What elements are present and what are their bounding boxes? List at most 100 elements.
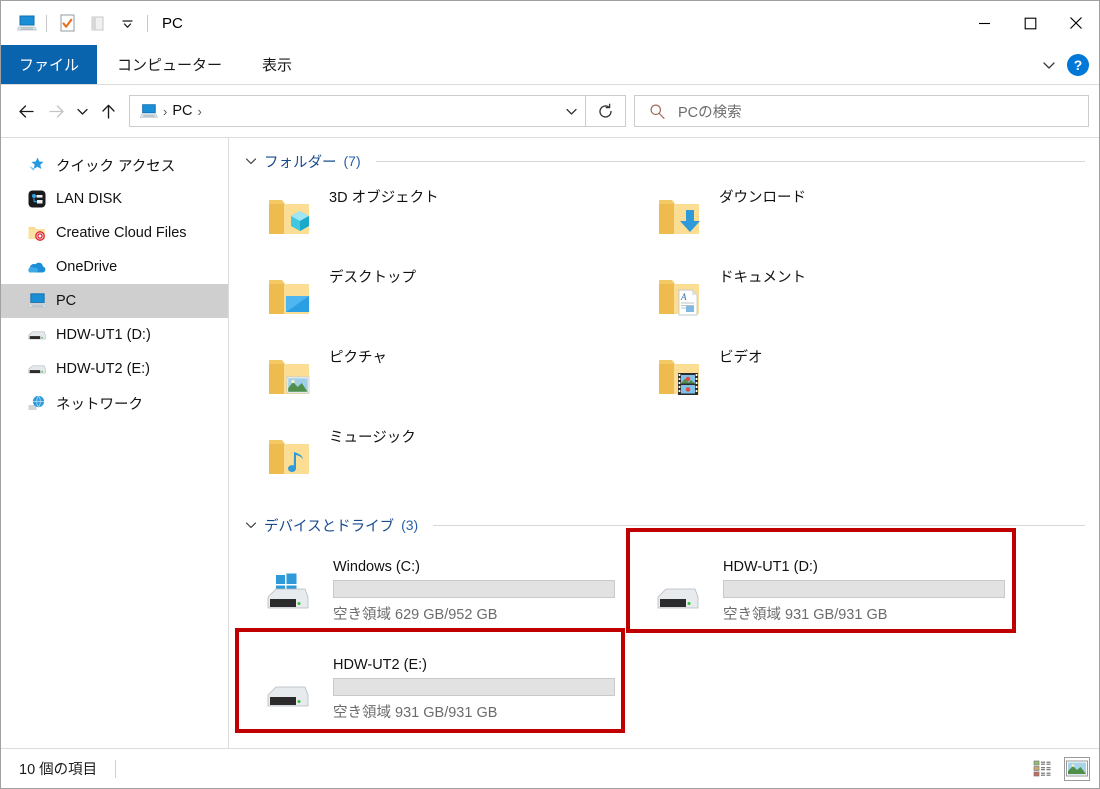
drive-usage-bar <box>723 579 1005 598</box>
breadcrumb-item-pc[interactable]: PC <box>172 103 192 119</box>
drive-info: HDW-UT2 (E:) 空き領域 931 GB/931 GB <box>333 657 615 722</box>
new-folder-icon[interactable] <box>82 8 112 38</box>
sidebar-item-lan-disk[interactable]: LAN DISK <box>1 182 228 216</box>
folder-item-label: ミュージック <box>329 430 416 446</box>
chevron-down-icon[interactable] <box>245 519 257 531</box>
drive-usage-bar <box>333 579 615 598</box>
status-bar: 10 個の項目 <box>1 748 1099 788</box>
creative-cloud-folder-icon <box>27 223 47 243</box>
help-button[interactable]: ? <box>1067 53 1089 76</box>
maximize-button[interactable] <box>1007 1 1053 45</box>
address-dropdown-chevron-icon[interactable] <box>557 96 585 126</box>
folder-videos-icon <box>653 350 705 402</box>
toolbar-divider-2 <box>147 14 148 32</box>
folder-item-pictures[interactable]: ピクチャ <box>245 336 635 416</box>
window-body: クイック アクセス LAN DISK Creative Cloud Files … <box>1 137 1099 748</box>
network-icon <box>27 393 47 413</box>
item-count: 10 個の項目 <box>19 762 98 778</box>
folder-item-documents[interactable]: A ドキュメント <box>635 256 1025 336</box>
breadcrumb-separator-1[interactable]: › <box>196 104 204 119</box>
customize-chevron-icon[interactable] <box>112 8 142 38</box>
sidebar-item-quick-access[interactable]: クイック アクセス <box>1 148 228 182</box>
sidebar-item-label: LAN DISK <box>56 191 123 207</box>
folder-item-3d-objects[interactable]: 3D オブジェクト <box>245 176 635 256</box>
folder-item-music[interactable]: ミュージック <box>245 416 635 496</box>
sidebar-item-label: HDW-UT2 (E:) <box>56 361 150 377</box>
folder-item-label: ドキュメント <box>719 270 806 286</box>
drive-item-windows-c[interactable]: Windows (C:) 空き領域 629 GB/952 GB <box>245 542 635 640</box>
quick-access-toolbar <box>11 8 153 38</box>
breadcrumb-separator-0[interactable]: › <box>161 104 169 119</box>
tab-file[interactable]: ファイル <box>1 45 98 84</box>
status-divider <box>115 759 117 778</box>
pc-icon[interactable] <box>11 8 41 38</box>
tab-computer[interactable]: コンピューター <box>97 45 242 84</box>
drives-grid: Windows (C:) 空き領域 629 GB/952 GB HDW-UT1 … <box>245 542 1099 738</box>
folder-pictures-icon <box>263 350 315 402</box>
chevron-down-icon[interactable] <box>1037 53 1061 77</box>
ribbon-spacer <box>312 45 1037 84</box>
folder-item-label: ダウンロード <box>719 190 806 206</box>
folder-music-icon <box>263 430 315 482</box>
address-input[interactable]: › PC › <box>129 95 586 127</box>
folder-item-label: デスクトップ <box>329 270 416 286</box>
minimize-button[interactable] <box>961 1 1007 45</box>
close-button[interactable] <box>1053 1 1099 45</box>
properties-icon[interactable] <box>52 8 82 38</box>
folders-group-header[interactable]: フォルダー (7) <box>245 146 1099 176</box>
sidebar-item-label: HDW-UT1 (D:) <box>56 327 151 343</box>
sidebar-item-label: Creative Cloud Files <box>56 225 187 241</box>
drives-group-header[interactable]: デバイスとドライブ (3) <box>245 510 1099 540</box>
refresh-icon[interactable] <box>586 95 626 127</box>
drive-info: Windows (C:) 空き領域 629 GB/952 GB <box>333 559 615 624</box>
details-view-icon[interactable] <box>1032 758 1056 780</box>
tab-view[interactable]: 表示 <box>242 45 312 84</box>
drive-item-hdw-ut1-d[interactable]: HDW-UT1 (D:) 空き領域 931 GB/931 GB <box>635 542 1025 640</box>
windows-drive-icon <box>263 565 321 617</box>
drive-name: Windows (C:) <box>333 558 421 575</box>
folder-item-desktop[interactable]: デスクトップ <box>245 256 635 336</box>
group-divider <box>433 524 1085 526</box>
breadcrumb: › PC › <box>130 102 557 121</box>
view-toggle-group <box>1032 756 1090 781</box>
drive-usage-bar <box>333 677 615 696</box>
up-arrow-icon[interactable] <box>93 96 123 126</box>
sidebar-item-onedrive[interactable]: OneDrive <box>1 250 228 284</box>
navigation-pane: クイック アクセス LAN DISK Creative Cloud Files … <box>1 138 229 748</box>
drive-free-space: 空き領域 629 GB/952 GB <box>333 606 498 623</box>
chevron-down-icon[interactable] <box>245 155 257 167</box>
folder-desktop-icon <box>263 270 315 322</box>
drive-name: HDW-UT2 (E:) <box>333 656 427 673</box>
folder-item-videos[interactable]: ビデオ <box>635 336 1025 416</box>
sidebar-item-hdw-ut1[interactable]: HDW-UT1 (D:) <box>1 318 228 352</box>
folders-grid: 3D オブジェクト ダウンロード デスクトップ A ドキュメント ピクチャ ビデ… <box>245 176 1099 496</box>
folders-group-title: フォルダー <box>264 154 337 171</box>
sidebar-item-hdw-ut2[interactable]: HDW-UT2 (E:) <box>1 352 228 386</box>
drive-name: HDW-UT1 (D:) <box>723 558 818 575</box>
back-arrow-icon[interactable] <box>11 96 41 126</box>
folder-item-downloads[interactable]: ダウンロード <box>635 176 1025 256</box>
lan-disk-icon <box>27 189 47 209</box>
external-drive-icon <box>263 663 321 715</box>
svg-text:A: A <box>680 292 687 302</box>
folder-item-label: 3D オブジェクト <box>329 190 439 206</box>
sidebar-item-label: PC <box>56 293 77 309</box>
sidebar-item-pc[interactable]: PC <box>1 284 228 318</box>
sidebar-item-creative-cloud-files[interactable]: Creative Cloud Files <box>1 216 228 250</box>
recent-locations-chevron-icon[interactable] <box>71 96 93 126</box>
title-bar: PC <box>1 1 1099 45</box>
folder-item-label: ビデオ <box>719 350 763 366</box>
breadcrumb-pc-icon[interactable] <box>139 102 158 121</box>
external-drive-icon <box>653 565 711 617</box>
quick-access-star-icon <box>27 155 47 175</box>
search-input[interactable]: PCの検索 <box>634 95 1089 127</box>
large-icons-view-icon[interactable] <box>1064 756 1090 781</box>
window-controls <box>961 1 1099 45</box>
folder-downloads-icon <box>653 190 705 242</box>
sidebar-item-network[interactable]: ネットワーク <box>1 386 228 420</box>
file-list-pane: フォルダー (7) 3D オブジェクト ダウンロード デスクトップ A ドキュメ… <box>229 138 1099 748</box>
drives-group-count: (3) <box>401 517 419 533</box>
drive-item-hdw-ut2-e[interactable]: HDW-UT2 (E:) 空き領域 931 GB/931 GB <box>245 640 635 738</box>
drive-free-space: 空き領域 931 GB/931 GB <box>333 704 498 721</box>
forward-arrow-icon[interactable] <box>41 96 71 126</box>
